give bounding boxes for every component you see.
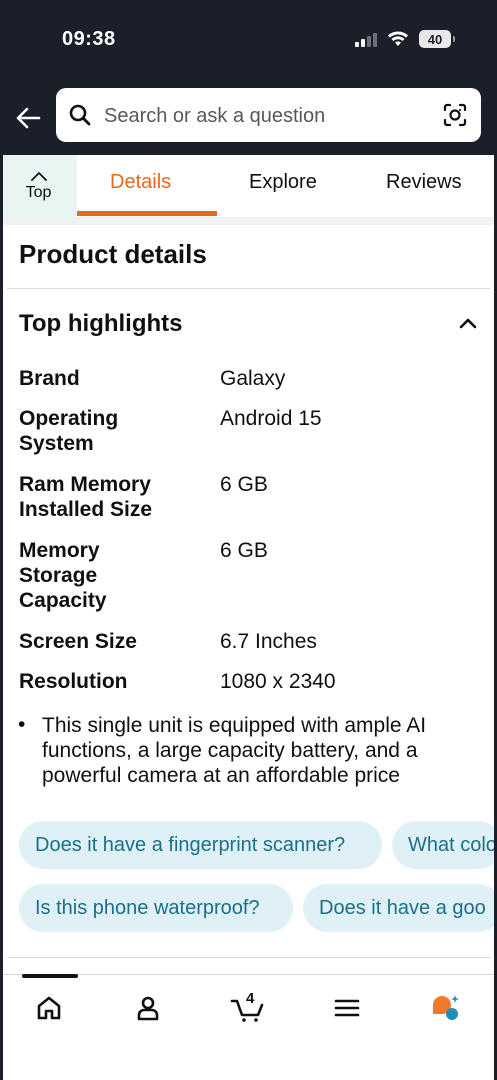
feature-bullet: This single unit is equipped with ample … (42, 714, 427, 787)
spec-label: Ram Memory Installed Size (19, 473, 153, 521)
account-icon[interactable] (133, 993, 163, 1023)
divider (7, 288, 490, 289)
scroll-indicator (22, 974, 78, 978)
page-title: Product details (19, 239, 207, 269)
back-arrow-icon[interactable] (14, 104, 42, 132)
search-bar[interactable]: Search or ask a question (56, 88, 481, 142)
question-chip[interactable]: Is this phone waterproof? (19, 884, 293, 932)
rufus-icon[interactable] (430, 993, 460, 1023)
battery-icon: 40 (419, 30, 451, 48)
home-icon[interactable] (34, 993, 64, 1023)
spec-value: 1080 x 2340 (220, 670, 336, 693)
menu-icon[interactable] (332, 993, 362, 1023)
tab-shadow (0, 217, 497, 225)
status-time: 09:38 (62, 28, 116, 50)
tab-top[interactable]: Top (0, 155, 77, 217)
status-icons: 40 (355, 30, 455, 48)
spec-value: Galaxy (220, 367, 286, 390)
tab-bar: Top Details Explore Reviews (0, 155, 497, 218)
tab-reviews[interactable]: Reviews (386, 171, 462, 194)
spec-value: 6 GB (220, 539, 268, 562)
spec-label: Screen Size (19, 630, 137, 653)
frame-edge-left (0, 0, 3, 1080)
tab-explore[interactable]: Explore (249, 171, 317, 194)
camera-lens-icon[interactable] (443, 103, 467, 127)
search-input[interactable]: Search or ask a question (104, 105, 325, 128)
active-tab-indicator (77, 211, 217, 216)
collapse-chevron-icon[interactable] (456, 311, 480, 335)
question-chip[interactable]: Does it have a goo (303, 884, 497, 932)
spec-label: Brand (19, 367, 80, 390)
question-chip[interactable]: What colo (392, 821, 497, 869)
chevron-up-icon (30, 172, 47, 181)
battery-tip (453, 36, 455, 42)
wifi-icon (388, 31, 408, 46)
bullet-dot: • (18, 713, 26, 736)
spec-label: Operating System (19, 407, 119, 455)
search-icon (69, 104, 91, 126)
tab-top-label: Top (25, 184, 52, 201)
header: 09:38 40 Search or ask a question (0, 0, 497, 155)
question-chip[interactable]: Does it have a fingerprint scanner? (19, 821, 382, 869)
spec-label: Memory Storage Capacity (19, 539, 107, 612)
spec-value: 6 GB (220, 473, 268, 496)
top-highlights-heading[interactable]: Top highlights (19, 310, 183, 338)
signal-icon (355, 31, 377, 47)
cart-count-badge: 4 (246, 990, 255, 1007)
spec-label: Resolution (19, 670, 128, 693)
divider (7, 957, 490, 958)
product-details-screen: 09:38 40 Search or ask a question Top De… (0, 0, 497, 1080)
spec-value: Android 15 (220, 407, 322, 430)
spec-value: 6.7 Inches (220, 630, 317, 653)
tab-details[interactable]: Details (110, 171, 171, 194)
